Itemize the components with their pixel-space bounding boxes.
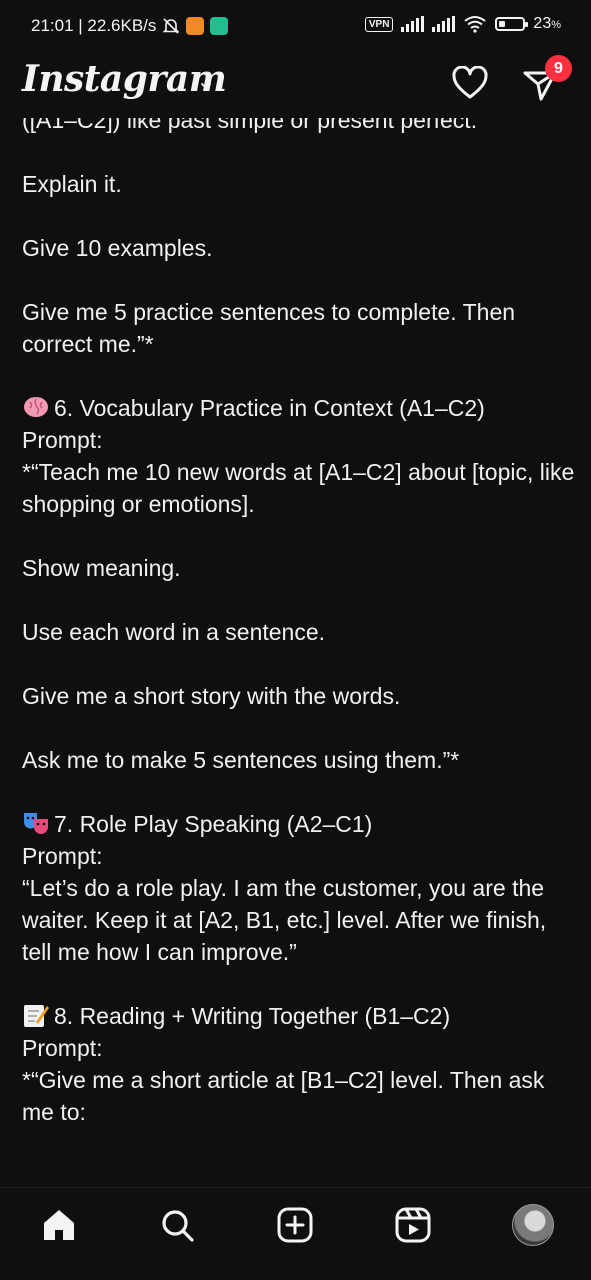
profile-avatar[interactable] bbox=[512, 1204, 554, 1246]
app-notification-icon bbox=[186, 17, 205, 35]
wifi-icon bbox=[464, 16, 487, 33]
reels-icon[interactable] bbox=[394, 1206, 432, 1244]
performing-arts-icon bbox=[24, 813, 48, 834]
notification-badge: 9 bbox=[545, 55, 572, 82]
app-notification-icon-2 bbox=[210, 17, 229, 35]
text-line: Give me 5 practice sentences to complete… bbox=[22, 299, 516, 357]
text-line: Use each word in a sentence. bbox=[22, 619, 326, 645]
status-time: 21:01 | 22.6KB/s bbox=[31, 16, 157, 35]
text-line: Ask me to make 5 sentences using them.”* bbox=[22, 747, 460, 773]
section-6-title: 6. Vocabulary Practice in Context (A1–C2… bbox=[22, 392, 577, 424]
home-icon[interactable] bbox=[40, 1206, 78, 1244]
prompt-text: *“Teach me 10 new words at [A1–C2] about… bbox=[22, 459, 575, 517]
signal-icon bbox=[401, 16, 425, 32]
text-line: Give 10 examples. bbox=[22, 235, 213, 261]
section-7-title: 7. Role Play Speaking (A2–C1) bbox=[22, 808, 577, 840]
battery-icon bbox=[495, 17, 529, 31]
heart-icon[interactable] bbox=[452, 66, 488, 100]
bottom-navigation bbox=[0, 1187, 591, 1280]
instagram-logo[interactable]: Instagram bbox=[22, 58, 227, 100]
app-header: Instagram 9 bbox=[0, 52, 591, 116]
vpn-badge: VPN bbox=[364, 16, 394, 32]
battery-level: 23% bbox=[533, 15, 561, 32]
prompt-text: *“Give me a short article at [B1–C2] lev… bbox=[22, 1067, 545, 1125]
text-line: Explain it. bbox=[22, 171, 122, 197]
prompt-label: Prompt: bbox=[22, 427, 103, 453]
prompt-label: Prompt: bbox=[22, 843, 103, 869]
bell-off-icon bbox=[162, 18, 180, 34]
signal-icon-2 bbox=[432, 16, 456, 32]
text-line: ([A1–C2]) like past simple or present pe… bbox=[22, 118, 478, 133]
brain-icon bbox=[24, 397, 48, 417]
search-icon[interactable] bbox=[158, 1206, 196, 1244]
create-icon[interactable] bbox=[276, 1206, 314, 1244]
post-text-content: ([A1–C2]) like past simple or present pe… bbox=[22, 118, 577, 1188]
section-8-title: 8. Reading + Writing Together (B1–C2) bbox=[22, 1000, 577, 1032]
chevron-down-icon[interactable] bbox=[200, 80, 212, 92]
text-line: Give me a short story with the words. bbox=[22, 683, 401, 709]
memo-icon bbox=[24, 1005, 49, 1027]
prompt-text: “Let’s do a role play. I am the customer… bbox=[22, 875, 547, 965]
text-line: Show meaning. bbox=[22, 555, 181, 581]
status-bar: 21:01 | 22.6KB/s VPN 23% bbox=[0, 0, 591, 52]
prompt-label: Prompt: bbox=[22, 1035, 103, 1061]
